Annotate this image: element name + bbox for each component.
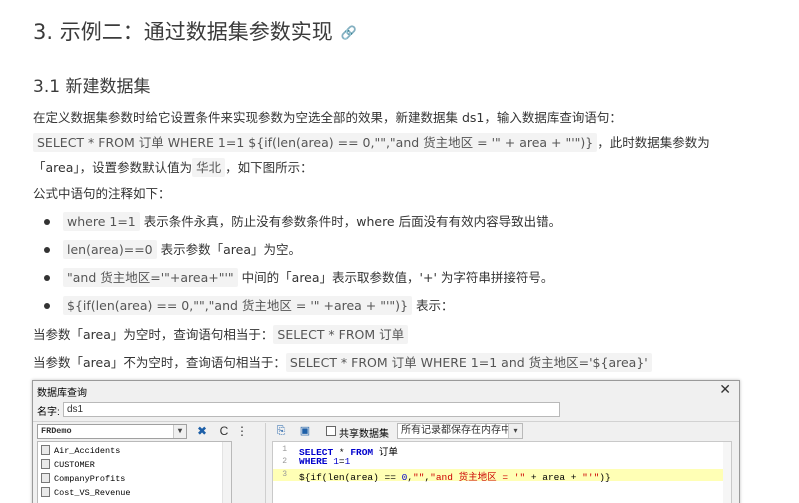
empty-case-line: 当参数「area」为空时，查询语句相当于： SELECT * FROM 订单: [33, 323, 409, 347]
name-field[interactable]: ds1: [63, 402, 560, 417]
intro-paragraph-line1: 在定义数据集参数时给它设置条件来实现参数为空选全部的效果，新建数据集 ds1，输…: [33, 110, 622, 125]
sql-line: WHERE 1=1: [299, 456, 350, 467]
close-icon[interactable]: ✕: [719, 381, 731, 398]
sql-token: ${if(len(area) ==: [299, 472, 402, 483]
query-code: SELECT * FROM 订单 WHERE 1=1 ${if(len(area…: [33, 133, 598, 152]
table-icon: [41, 445, 50, 455]
list-item[interactable]: CompanyProfits: [41, 473, 125, 484]
section-heading: 3. 示例二：通过数据集参数实现 🔗: [33, 20, 357, 44]
subsection-heading: 3.1 新建数据集: [33, 77, 151, 97]
memory-option-select[interactable]: 所有记录都保存在内存中 ▾: [397, 423, 523, 439]
name-label: 名字:: [37, 407, 60, 418]
database-query-dialog: 数据库查询 ✕ 名字: ds1 FRDemo ▾ ✖ C ⋮ Air_Accide…: [32, 380, 740, 503]
list-item: ${if(len(area) == 0,"","and 货主地区 = '" +a…: [40, 294, 561, 322]
sql-token: WHERE: [299, 456, 328, 467]
share-dataset-label: 共享数据集: [339, 429, 389, 440]
table-icon: [41, 487, 50, 497]
line-number: 2: [282, 457, 287, 466]
list-item[interactable]: Air_Accidents: [41, 445, 120, 456]
table-list: Air_Accidents CUSTOMER CompanyProfits Co…: [37, 441, 232, 503]
list-item: len(area)==0 表示参数「area」为空。: [40, 238, 561, 266]
sql-token: + area +: [525, 472, 583, 483]
scrollbar[interactable]: [222, 442, 231, 503]
sql-token: "and 货主地区 = '": [430, 472, 526, 483]
sql-token: 1: [344, 456, 351, 467]
sql-token: "'": [582, 472, 600, 483]
intro-paragraph-line3: 「area」，设置参数默认值为 华北 ，如下图所示：: [33, 158, 313, 177]
intro-paragraph-line2: SELECT * FROM 订单 WHERE 1=1 ${if(len(area…: [33, 131, 710, 155]
list-item[interactable]: Cost_VS_Revenue: [41, 487, 131, 498]
refresh-icon[interactable]: C: [215, 423, 233, 439]
default-value-code: 华北: [192, 158, 226, 177]
sql-token: )}: [599, 472, 611, 483]
chevron-down-icon: ▾: [508, 424, 522, 438]
comment-intro: 公式中语句的注释如下：: [33, 186, 171, 201]
nonempty-case-line: 当参数「area」不为空时，查询语句相当于： SELECT * FROM 订单 W…: [33, 351, 652, 375]
anchor-link-icon[interactable]: 🔗: [341, 26, 357, 41]
sql-token: "": [413, 472, 425, 483]
sql-editor[interactable]: 1 2 3 SELECT * FROM 订单 WHERE 1=1 ${if(le…: [272, 441, 732, 503]
sql-line: ${if(len(area) == 0,"","and 货主地区 = '" + …: [299, 469, 611, 483]
more-icon[interactable]: ⋮: [233, 423, 251, 439]
line-number: 3: [282, 470, 287, 479]
line-number: 1: [282, 445, 287, 454]
datasource-select[interactable]: FRDemo ▾: [37, 424, 187, 439]
scrollbar[interactable]: [723, 442, 731, 503]
save-icon[interactable]: ▣: [297, 423, 313, 439]
list-item[interactable]: CUSTOMER: [41, 459, 95, 470]
dialog-title: 数据库查询: [37, 388, 87, 399]
table-icon: [41, 459, 50, 469]
divider: [33, 421, 739, 422]
list-item: "and 货主地区='"+area+"'" 中间的「area」表示取参数值，'+…: [40, 266, 561, 294]
sql-token: FROM: [350, 447, 374, 458]
sql-token: 订单: [373, 447, 398, 458]
chevron-down-icon: ▾: [173, 425, 186, 438]
table-icon: [41, 473, 50, 483]
splitter[interactable]: [265, 423, 266, 503]
comment-list: where 1=1 表示条件永真，防止没有参数条件时，where 后面没有有效内…: [40, 210, 561, 322]
share-dataset-checkbox[interactable]: [326, 426, 336, 436]
connection-settings-icon[interactable]: ✖: [193, 423, 211, 439]
list-item: where 1=1 表示条件永真，防止没有参数条件时，where 后面没有有效内…: [40, 210, 561, 238]
preview-icon[interactable]: ⎘: [273, 423, 289, 439]
